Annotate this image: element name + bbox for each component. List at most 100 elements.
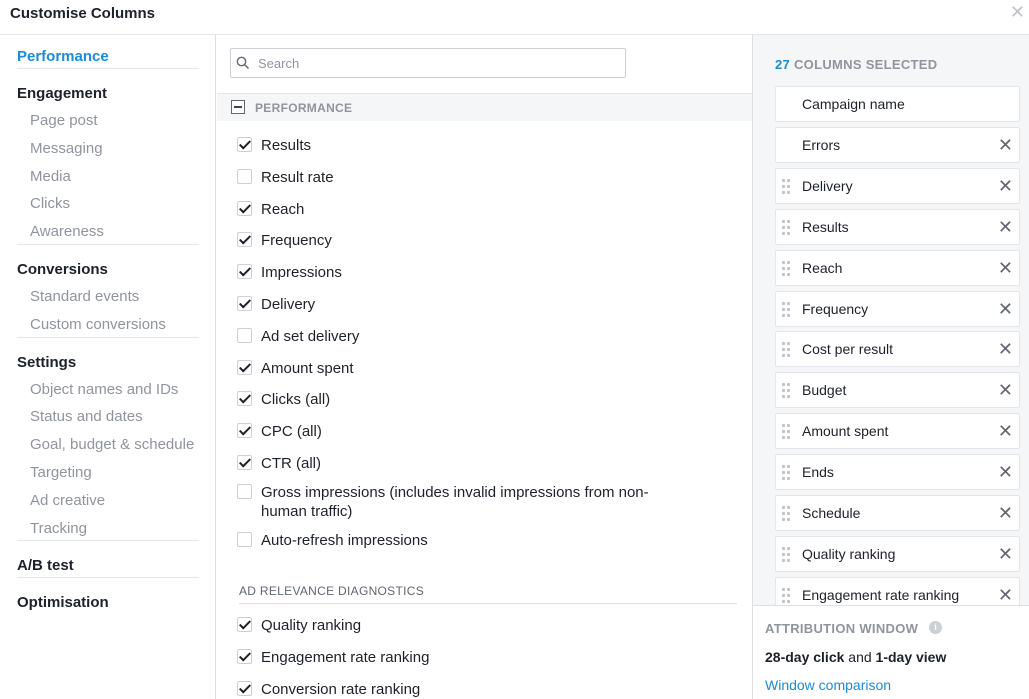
window-comparison-link[interactable]: Window comparison [765, 677, 891, 693]
checkbox-checked[interactable] [237, 137, 252, 152]
option-result-rate[interactable]: Result rate [237, 168, 651, 187]
info-icon[interactable]: i [929, 621, 942, 634]
drag-handle-icon[interactable] [782, 383, 792, 399]
selected-column-budget[interactable]: Budget ✕ [775, 372, 1020, 409]
drag-handle-icon[interactable] [782, 424, 792, 440]
drag-handle-icon[interactable] [782, 506, 792, 522]
dialog-title: Customise Columns [10, 5, 156, 22]
selected-column-results[interactable]: Results ✕ [775, 208, 1020, 245]
remove-column-icon[interactable]: ✕ [998, 379, 1013, 401]
selected-column-cost-per-result[interactable]: Cost per result ✕ [775, 331, 1020, 368]
remove-column-icon[interactable]: ✕ [998, 298, 1013, 320]
drag-handle-icon[interactable] [782, 342, 792, 358]
option-label: Auto-refresh impressions [261, 532, 428, 549]
drag-handle-icon[interactable] [782, 465, 792, 481]
option-impressions[interactable]: Impressions [237, 263, 651, 282]
remove-column-icon[interactable]: ✕ [998, 502, 1013, 524]
checkbox-checked[interactable] [237, 617, 252, 632]
collapse-section-toggle[interactable] [231, 100, 245, 114]
selected-column-schedule[interactable]: Schedule ✕ [775, 495, 1020, 531]
checkbox-unchecked[interactable] [237, 327, 252, 343]
checkbox-checked[interactable] [237, 648, 252, 664]
option-gross-impressions-includes-invalid-impre[interactable]: Gross impressions (includes invalid impr… [237, 483, 651, 521]
remove-column-icon[interactable]: ✕ [998, 420, 1013, 442]
option-quality-ranking[interactable]: Quality ranking [237, 616, 651, 635]
checkbox-checked[interactable] [237, 391, 252, 407]
section-header-performance: PERFORMANCE [217, 93, 752, 121]
remove-column-icon[interactable]: ✕ [998, 175, 1013, 197]
drag-handle-icon[interactable] [782, 178, 792, 195]
drag-handle-icon[interactable] [782, 587, 792, 604]
column-options-pane: PERFORMANCE Results Result rate Reach Frequ… [217, 35, 752, 699]
option-auto-refresh-impressions[interactable]: Auto-refresh impressions [237, 531, 651, 550]
checkbox-checked[interactable] [237, 232, 252, 248]
option-results[interactable]: Results [237, 136, 651, 155]
remove-column-icon[interactable]: ✕ [998, 134, 1013, 156]
nav-item-object-names-and-ids[interactable]: Object names and IDs [30, 381, 178, 398]
nav-group-optimisation[interactable]: Optimisation [17, 594, 109, 611]
drag-handle-icon[interactable] [782, 546, 792, 563]
nav-item-page-post[interactable]: Page post [30, 112, 98, 129]
nav-item-ad-creative[interactable]: Ad creative [30, 492, 105, 509]
option-ad-set-delivery[interactable]: Ad set delivery [237, 327, 651, 346]
selected-column-campaign-name[interactable]: Campaign name [775, 86, 1020, 122]
option-frequency[interactable]: Frequency [237, 231, 651, 250]
drag-handle-icon[interactable] [782, 219, 792, 236]
selected-column-errors[interactable]: Errors ✕ [775, 126, 1020, 163]
checkbox-checked[interactable] [237, 296, 252, 311]
option-delivery[interactable]: Delivery [237, 295, 651, 314]
close-icon[interactable]: ✕ [1010, 2, 1025, 23]
nav-item-custom-conversions[interactable]: Custom conversions [30, 316, 166, 333]
attribution-joiner: and [848, 649, 872, 665]
search-box[interactable] [230, 48, 626, 78]
remove-column-icon[interactable]: ✕ [998, 584, 1013, 606]
remove-column-icon[interactable]: ✕ [998, 216, 1013, 238]
checkbox-checked[interactable] [237, 455, 252, 470]
option-clicks-all[interactable]: Clicks (all) [237, 390, 651, 409]
option-amount-spent[interactable]: Amount spent [237, 359, 651, 378]
nav-group-settings[interactable]: Settings [17, 354, 76, 371]
nav-item-clicks[interactable]: Clicks [30, 195, 70, 212]
checkbox-checked[interactable] [237, 200, 252, 216]
option-cpc-all[interactable]: CPC (all) [237, 422, 651, 441]
drag-handle-icon[interactable] [782, 301, 792, 318]
nav-item-tracking[interactable]: Tracking [30, 520, 87, 537]
selected-column-quality-ranking[interactable]: Quality ranking ✕ [775, 535, 1020, 572]
checkbox-checked[interactable] [237, 359, 252, 375]
option-ctr-all[interactable]: CTR (all) [237, 454, 651, 473]
selected-column-frequency[interactable]: Frequency ✕ [775, 290, 1020, 327]
nav-item-standard-events[interactable]: Standard events [30, 288, 139, 305]
remove-column-icon[interactable]: ✕ [998, 257, 1013, 279]
option-conversion-rate-ranking[interactable]: Conversion rate ranking [237, 680, 651, 699]
checkbox-checked[interactable] [237, 264, 252, 280]
nav-group-a-b-test[interactable]: A/B test [17, 557, 74, 574]
checkbox-unchecked[interactable] [237, 168, 252, 184]
option-reach[interactable]: Reach [237, 200, 651, 219]
selected-column-reach[interactable]: Reach ✕ [775, 249, 1020, 286]
nav-item-messaging[interactable]: Messaging [30, 140, 103, 157]
nav-item-goal-budget-schedule[interactable]: Goal, budget & schedule [30, 436, 194, 453]
remove-column-icon[interactable]: ✕ [998, 461, 1013, 483]
option-engagement-rate-ranking[interactable]: Engagement rate ranking [237, 648, 651, 667]
drag-handle-icon[interactable] [782, 260, 792, 277]
nav-item-status-and-dates[interactable]: Status and dates [30, 408, 143, 425]
selected-column-ends[interactable]: Ends ✕ [775, 454, 1020, 491]
selected-column-label: Engagement rate ranking [802, 586, 960, 603]
nav-item-media[interactable]: Media [30, 168, 71, 185]
search-input[interactable] [258, 53, 618, 73]
remove-column-icon[interactable]: ✕ [998, 338, 1013, 360]
remove-column-icon[interactable]: ✕ [998, 543, 1013, 565]
option-label: Quality ranking [261, 617, 362, 634]
nav-item-awareness[interactable]: Awareness [30, 223, 104, 240]
selected-column-delivery[interactable]: Delivery ✕ [775, 167, 1020, 204]
checkbox-unchecked[interactable] [237, 484, 252, 499]
checkbox-checked[interactable] [237, 680, 252, 696]
option-label: Amount spent [261, 359, 354, 377]
checkbox-unchecked[interactable] [237, 532, 252, 547]
nav-group-engagement[interactable]: Engagement [17, 85, 107, 102]
nav-item-targeting[interactable]: Targeting [30, 464, 92, 481]
nav-group-performance[interactable]: Performance [17, 48, 109, 65]
nav-group-conversions[interactable]: Conversions [17, 261, 108, 278]
checkbox-checked[interactable] [237, 423, 252, 439]
selected-column-amount-spent[interactable]: Amount spent ✕ [775, 413, 1020, 450]
